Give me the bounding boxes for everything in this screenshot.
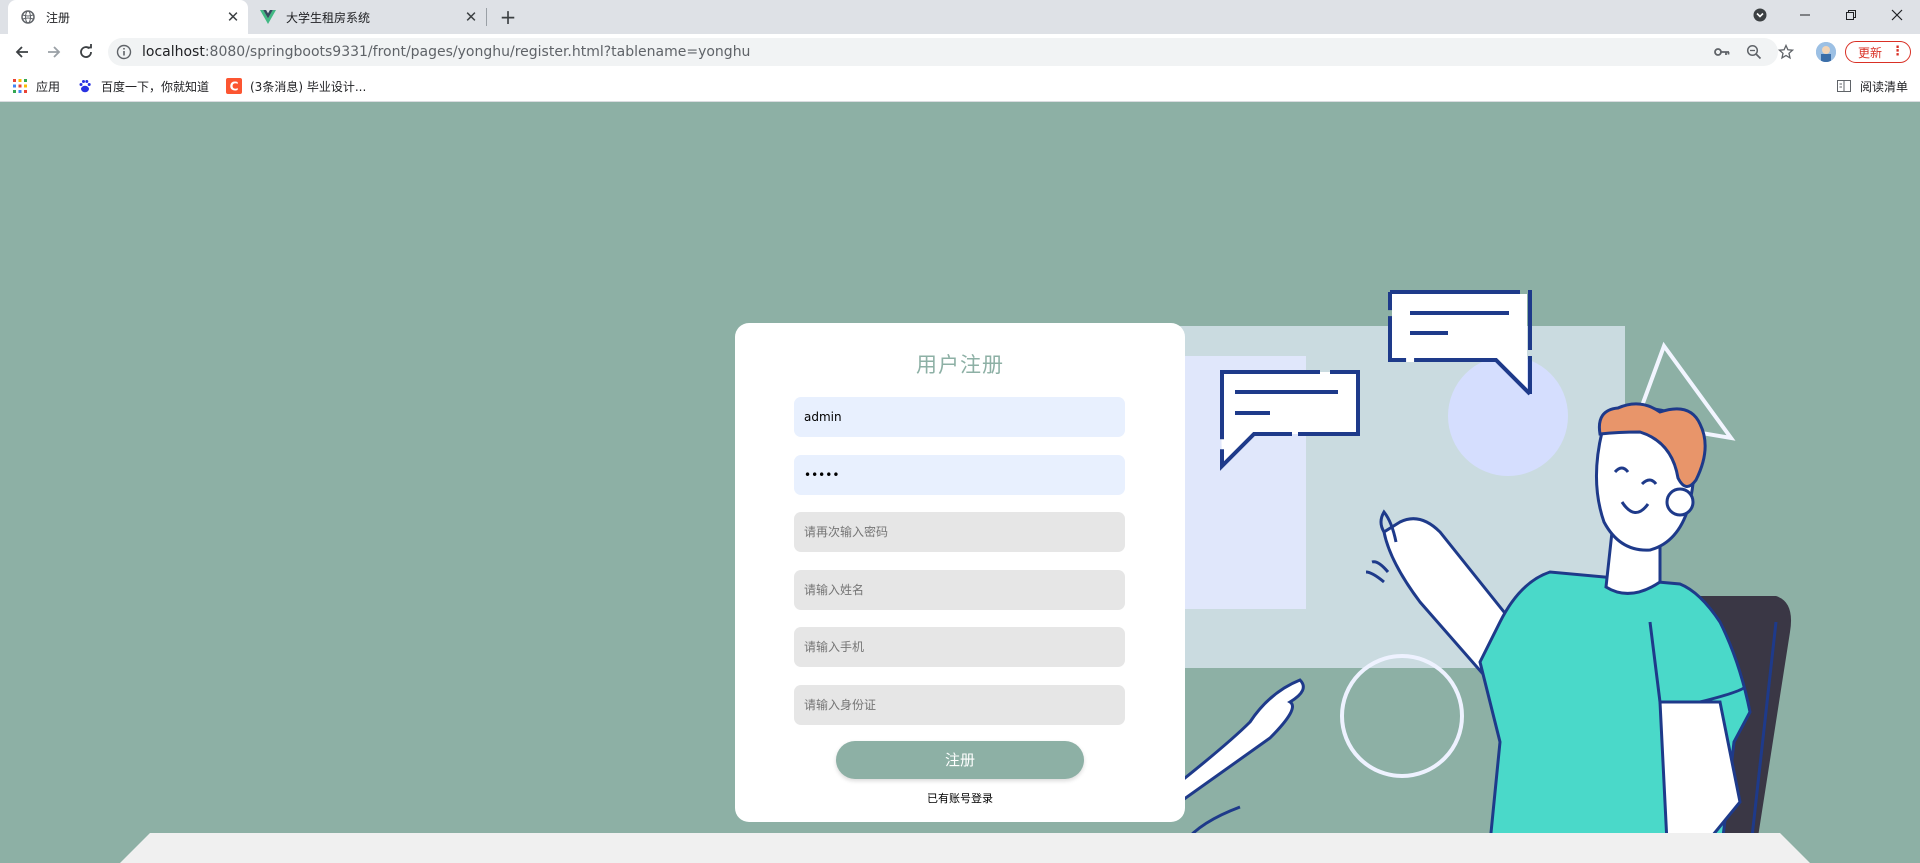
tab-search-icon[interactable] [1737,0,1783,30]
tab-rental-system[interactable]: 大学生租房系统 ✕ [250,0,486,34]
profile-avatar[interactable] [1816,42,1836,62]
url-host: localhost [142,44,205,60]
vue-icon [260,9,276,25]
csdn-icon: C [226,78,242,94]
address-bar[interactable]: localhost:8080/springboots9331/front/pag… [108,38,1794,66]
reading-list-icon [1836,78,1852,94]
close-window-icon[interactable] [1874,0,1920,30]
register-card: 用户注册 admin ••••• 请再次输入密码 请输入姓名 请输入手机 请输入… [735,323,1185,822]
apps-grid-icon [12,78,28,94]
name-input[interactable]: 请输入姓名 [794,570,1125,610]
bookmark-label: 百度一下，你就知道 [101,79,210,94]
id-card-input[interactable]: 请输入身份证 [794,685,1125,725]
menu-dots-icon: ⋮ [1891,44,1904,59]
tab-close-icon[interactable]: ✕ [222,6,244,28]
tab-title: 注册 [46,10,71,25]
password-input[interactable]: ••••• [794,455,1125,495]
reading-list-label: 阅读清单 [1860,79,1909,94]
reading-list[interactable]: 阅读清单 [1836,70,1908,102]
login-link[interactable]: 已有账号登录 [735,790,1185,806]
globe-icon [20,9,36,25]
page-title: 用户注册 [916,353,1004,377]
bookmark-baidu[interactable]: 百度一下，你就知道 [77,70,209,102]
tab-bar: 注册 ✕ 大学生租房系统 ✕ + [0,0,1920,34]
url-text: localhost:8080/springboots9331/front/pag… [142,38,750,66]
bookmark-label: 应用 [36,79,61,94]
minimize-icon[interactable] [1782,0,1828,30]
update-label: 更新 [1858,45,1883,60]
baidu-paw-icon [77,78,93,94]
confirm-password-input[interactable]: 请再次输入密码 [794,512,1125,552]
username-input[interactable]: admin [794,397,1125,437]
bookmark-label: (3条消息) 毕业设计... [250,79,367,94]
restore-icon[interactable] [1828,0,1874,30]
browser-toolbar: localhost:8080/springboots9331/front/pag… [0,34,1920,70]
key-icon[interactable] [1714,44,1730,60]
forward-arrow-icon[interactable] [42,40,66,64]
url-path: :8080/springboots9331/front/pages/yonghu… [204,44,751,60]
register-page: 用户注册 admin ••••• 请再次输入密码 请输入姓名 请输入手机 请输入… [0,102,1920,863]
zoom-icon[interactable] [1746,44,1762,60]
phone-input[interactable]: 请输入手机 [794,627,1125,667]
bookmarks-bar: 应用 百度一下，你就知道 C (3条消息) 毕业设计... 阅读清单 [0,70,1920,102]
star-icon[interactable] [1778,44,1794,60]
update-button[interactable]: 更新 ⋮ [1845,41,1911,63]
tab-close-icon[interactable]: ✕ [460,6,482,28]
register-button[interactable]: 注册 [836,741,1084,779]
new-tab-icon[interactable]: + [496,5,520,29]
tab-separator [486,8,487,26]
info-icon[interactable] [116,44,132,60]
tab-register[interactable]: 注册 ✕ [8,0,248,34]
bookmark-apps[interactable]: 应用 [12,70,60,102]
svg-text:C: C [230,80,239,94]
tab-title: 大学生租房系统 [286,10,371,25]
bookmark-csdn[interactable]: C (3条消息) 毕业设计... [226,70,366,102]
reload-icon[interactable] [74,40,98,64]
back-arrow-icon[interactable] [10,40,34,64]
